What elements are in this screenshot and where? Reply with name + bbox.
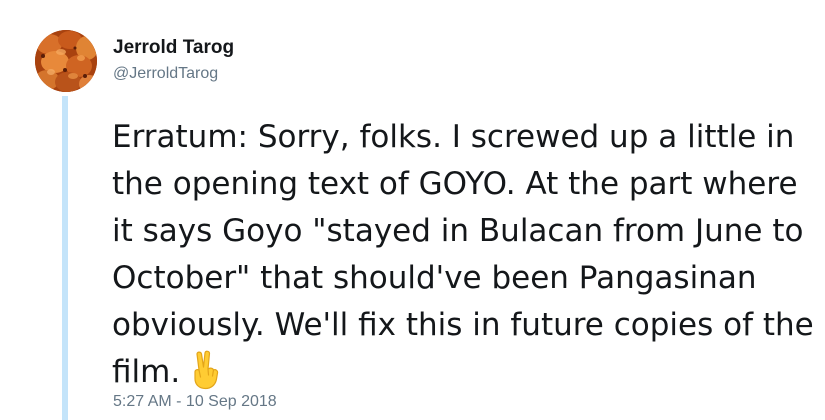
- avatar-image: [35, 30, 97, 92]
- tweet-text-block: Erratum: Sorry, folks. I screwed up a li…: [112, 114, 817, 396]
- display-name[interactable]: Jerrold Tarog: [113, 37, 234, 59]
- tweet-card: Jerrold Tarog @JerroldTarog Erratum: Sor…: [0, 0, 825, 420]
- victory-hand-icon: [194, 350, 219, 390]
- avatar[interactable]: [35, 30, 97, 92]
- tweet-timestamp[interactable]: 5:27 AM - 10 Sep 2018: [113, 392, 277, 412]
- user-handle[interactable]: @JerroldTarog: [113, 64, 234, 84]
- thread-line: [62, 96, 68, 420]
- author-block: Jerrold Tarog @JerroldTarog: [113, 37, 234, 84]
